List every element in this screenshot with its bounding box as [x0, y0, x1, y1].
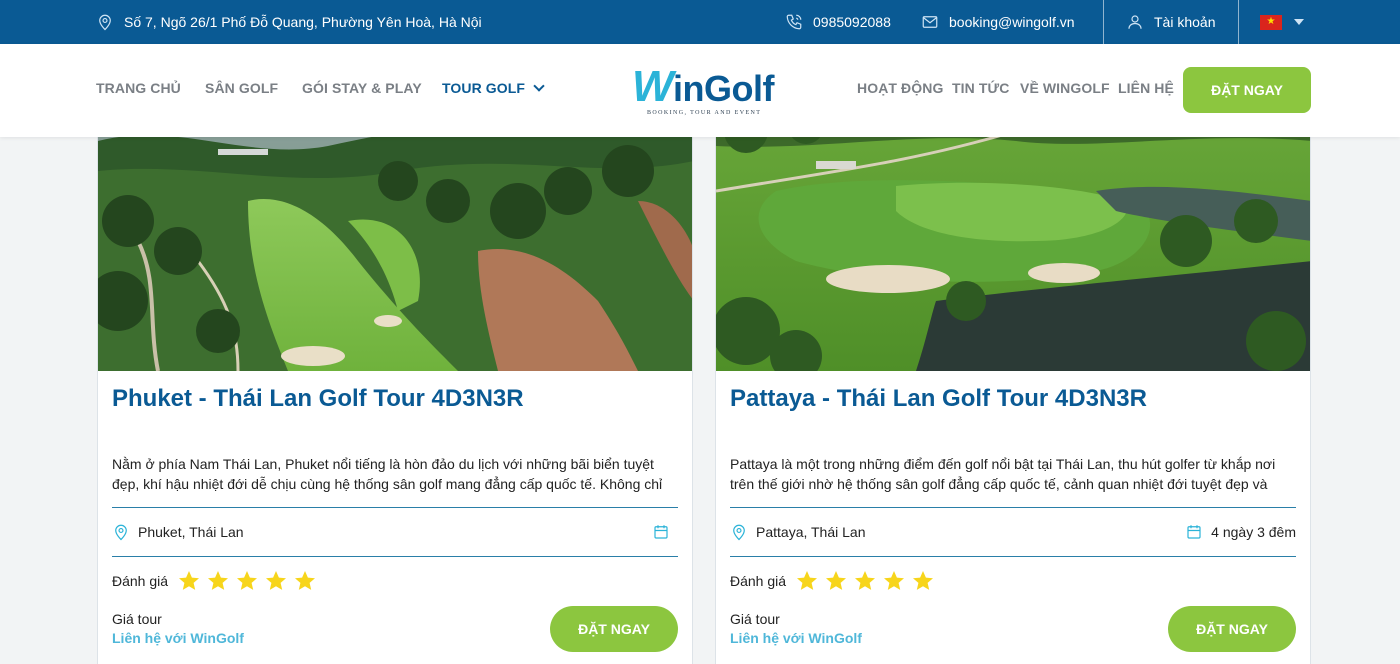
- tour-duration-text: 4 ngày 3 đêm: [1211, 524, 1296, 540]
- account-text: Tài khoản: [1154, 14, 1216, 30]
- star-icon: [179, 571, 200, 590]
- divider: [112, 507, 678, 508]
- tour-card: Pattaya - Thái Lan Golf Tour 4D3N3R Patt…: [715, 100, 1311, 664]
- rating-label: Đánh giá: [730, 573, 787, 589]
- nav-tour-golf-label: TOUR GOLF: [442, 80, 526, 96]
- tour-duration: [652, 521, 678, 543]
- tour-title[interactable]: Phuket - Thái Lan Golf Tour 4D3N3R: [112, 385, 524, 413]
- nav-about[interactable]: VỀ WINGOLF: [1020, 80, 1110, 96]
- chevron-down-icon: [533, 80, 545, 92]
- nav-activities[interactable]: HOẠT ĐỘNG: [857, 80, 943, 96]
- rating-stars: [176, 569, 318, 593]
- tour-location-text: Pattaya, Thái Lan: [756, 524, 866, 540]
- phone-text: 0985092088: [813, 14, 891, 30]
- mail-icon: [922, 16, 938, 28]
- tour-description: Pattaya là một trong những điểm đến golf…: [730, 456, 1276, 492]
- nav-contact[interactable]: LIÊN HỆ: [1118, 80, 1174, 96]
- price-label: Giá tour: [112, 611, 162, 627]
- star-icon: [797, 571, 818, 590]
- map-pin-icon: [99, 14, 111, 31]
- calendar-icon: [654, 525, 668, 539]
- tour-title[interactable]: Pattaya - Thái Lan Golf Tour 4D3N3R: [730, 385, 1147, 413]
- map-pin-icon: [115, 524, 127, 541]
- language-switcher[interactable]: ★: [1260, 0, 1304, 44]
- tour-description: Nằm ở phía Nam Thái Lan, Phuket nổi tiến…: [112, 456, 663, 492]
- nav-news[interactable]: TIN TỨC: [952, 80, 1009, 96]
- tour-location: Phuket, Thái Lan: [112, 521, 244, 543]
- tour-location: Pattaya, Thái Lan: [730, 521, 865, 543]
- top-info-bar: Số 7, Ngõ 26/1 Phố Đỗ Quang, Phường Yên …: [0, 0, 1400, 44]
- calendar-icon: [1187, 525, 1201, 539]
- logo-wordmark: WinGolf: [632, 62, 775, 111]
- tour-photo-pattaya[interactable]: [716, 101, 1311, 371]
- star-icon: [208, 571, 229, 590]
- rating-label: Đánh giá: [112, 573, 169, 589]
- vietnam-flag-icon: ★: [1260, 14, 1282, 30]
- divider: [112, 556, 678, 557]
- star-icon: [884, 571, 905, 590]
- rating-stars: [794, 569, 936, 593]
- map-pin-icon: [733, 524, 745, 541]
- nav-home[interactable]: TRANG CHỦ: [96, 80, 181, 96]
- phone-link[interactable]: 0985092088: [785, 0, 891, 44]
- card-book-now-button[interactable]: ĐẶT NGAY: [1168, 606, 1296, 652]
- star-icon: [266, 571, 287, 590]
- email-link[interactable]: booking@wingolf.vn: [921, 0, 1075, 44]
- nav-golf-courses[interactable]: SÂN GOLF: [205, 80, 278, 96]
- tour-duration: 4 ngày 3 đêm: [1185, 521, 1296, 543]
- price-contact-link[interactable]: Liên hệ với WinGolf: [730, 630, 862, 646]
- topbar-divider: [1103, 0, 1104, 44]
- wingolf-logo[interactable]: WinGolf BOOKING, TOUR AND EVENT: [632, 58, 777, 122]
- main-navigation: TRANG CHỦ SÂN GOLF GÓI STAY & PLAY TOUR …: [0, 44, 1400, 137]
- star-icon: [237, 571, 258, 590]
- email-text: booking@wingolf.vn: [949, 14, 1075, 30]
- divider: [730, 556, 1296, 557]
- nav-stay-play[interactable]: GÓI STAY & PLAY: [302, 80, 422, 96]
- tour-rating: Đánh giá: [730, 569, 936, 593]
- account-link[interactable]: Tài khoản: [1126, 0, 1215, 44]
- price-contact-link[interactable]: Liên hệ với WinGolf: [112, 630, 244, 646]
- star-icon: [913, 571, 934, 590]
- nav-tour-golf[interactable]: TOUR GOLF: [442, 80, 545, 96]
- star-icon: [826, 571, 847, 590]
- tour-location-text: Phuket, Thái Lan: [138, 524, 244, 540]
- user-icon: [1128, 15, 1142, 29]
- tour-card: Phuket - Thái Lan Golf Tour 4D3N3R Nằm ở…: [97, 100, 693, 664]
- star-icon: [295, 571, 316, 590]
- phone-icon: [786, 14, 802, 30]
- address-link[interactable]: Số 7, Ngõ 26/1 Phố Đỗ Quang, Phường Yên …: [96, 0, 482, 44]
- caret-down-icon: [1294, 19, 1304, 25]
- price-label: Giá tour: [730, 611, 780, 627]
- divider: [730, 507, 1296, 508]
- book-now-button[interactable]: ĐẶT NGAY: [1183, 67, 1311, 113]
- address-text: Số 7, Ngõ 26/1 Phố Đỗ Quang, Phường Yên …: [124, 14, 482, 30]
- card-book-now-button[interactable]: ĐẶT NGAY: [550, 606, 678, 652]
- star-icon: [855, 571, 876, 590]
- tour-photo-phuket[interactable]: [98, 101, 693, 371]
- tour-rating: Đánh giá: [112, 569, 318, 593]
- logo-tagline: BOOKING, TOUR AND EVENT: [647, 110, 762, 116]
- topbar-divider: [1238, 0, 1239, 44]
